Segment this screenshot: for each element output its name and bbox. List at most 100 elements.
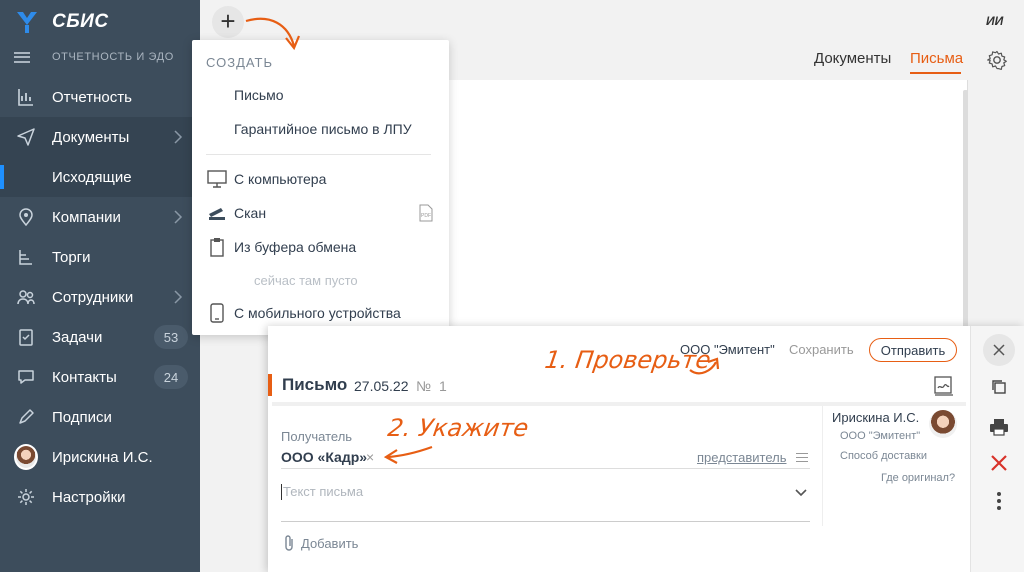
sidebar-item-label: Настройки [52, 488, 126, 506]
close-icon [993, 344, 1005, 356]
active-tab-underline [910, 72, 961, 74]
sidebar-item-label: Задачи [52, 328, 103, 346]
panel-toolbar [970, 326, 1024, 572]
sidebar-item-label: Отчетность [52, 88, 132, 106]
text-caret [281, 484, 282, 500]
annotation-step-1: 1. Проверьте [543, 346, 713, 374]
scanner-icon [206, 203, 228, 223]
pen-icon [14, 405, 38, 429]
sidebar-item-outgoing[interactable]: Исходящие [0, 157, 200, 197]
delete-icon[interactable] [988, 452, 1010, 474]
divider [206, 154, 431, 155]
sbis-logo-icon [17, 12, 37, 33]
copy-icon[interactable] [988, 376, 1010, 398]
create-button[interactable]: + [212, 6, 244, 38]
active-indicator [0, 165, 4, 189]
author-block: Ирискина И.С. ООО "Эмитент" Способ доста… [822, 406, 966, 526]
sidebar-item-profile[interactable]: Ирискина И.С. [0, 437, 200, 477]
sidebar-item-label: Ирискина И.С. [52, 448, 153, 466]
menu-item-guarantee-letter[interactable]: Гарантийное письмо в ЛПУ [234, 121, 412, 137]
chart-icon [14, 85, 38, 109]
sidebar-item-label: Контакты [52, 368, 117, 386]
menu-item-from-computer[interactable]: С компьютера [206, 169, 326, 189]
menu-icon[interactable] [14, 51, 30, 63]
recipient-label: Получатель [281, 429, 353, 444]
sidebar-item-reporting[interactable]: Отчетность [0, 77, 200, 117]
more-icon[interactable] [988, 490, 1010, 512]
document-title: Письмо [282, 375, 348, 394]
chevron-right-icon[interactable] [172, 209, 184, 225]
clipboard-empty-hint: сейчас там пусто [254, 273, 358, 288]
sidebar-item-documents[interactable]: Документы [0, 117, 200, 157]
stamp-icon [14, 245, 38, 269]
sidebar-item-label: Подписи [52, 408, 112, 426]
save-button[interactable]: Сохранить [789, 342, 854, 357]
close-button[interactable] [983, 334, 1015, 366]
original-location-link[interactable]: Где оригинал? [881, 472, 955, 484]
delivery-method-link[interactable]: Способ доставки [840, 450, 927, 462]
sidebar-item-label: Торги [52, 248, 91, 266]
divider [281, 468, 810, 469]
annotation-step-2: 2. Укажите [386, 414, 531, 442]
recipient-field[interactable]: ООО «Кадр» [281, 449, 367, 465]
signature-icon[interactable] [932, 374, 956, 398]
title-accent [268, 374, 272, 396]
menu-item-label: С компьютера [234, 171, 327, 187]
send-icon [14, 125, 38, 149]
user-initials[interactable]: ИИ [986, 14, 1003, 28]
menu-item-letter[interactable]: Письмо [234, 87, 284, 103]
menu-item-mobile[interactable]: С мобильного устройства [206, 303, 401, 323]
letter-text-input[interactable]: Текст письма [281, 480, 810, 522]
chevron-right-icon[interactable] [172, 129, 184, 145]
sidebar-item-employees[interactable]: Сотрудники [0, 277, 200, 317]
sidebar-item-settings[interactable]: Настройки [0, 477, 200, 517]
menu-item-scan[interactable]: Скан [206, 203, 266, 223]
chat-icon [14, 365, 38, 389]
document-date[interactable]: 27.05.22 [354, 378, 409, 394]
sidebar-nav: Отчетность Документы Исходящие Компании … [0, 77, 200, 517]
section-switcher[interactable]: ОТЧЕТНОСТЬ И ЭДО [14, 48, 174, 66]
attach-label: Добавить [301, 535, 359, 551]
section-title: ОТЧЕТНОСТЬ И ЭДО [52, 51, 174, 63]
sidebar-item-signatures[interactable]: Подписи [0, 397, 200, 437]
letters-list [440, 80, 968, 340]
people-icon [14, 285, 38, 309]
author-org: ООО "Эмитент" [840, 430, 921, 442]
avatar[interactable] [929, 410, 957, 438]
remove-recipient-icon[interactable]: × [366, 449, 374, 465]
avatar [14, 444, 38, 470]
paperclip-icon [285, 535, 293, 551]
sidebar-item-label: Компании [52, 208, 121, 226]
attach-button[interactable]: Добавить [281, 534, 358, 552]
brand-name: СБИС [52, 11, 109, 32]
sidebar-item-tenders[interactable]: Торги [0, 237, 200, 277]
gear-icon[interactable] [986, 49, 1008, 71]
print-icon[interactable] [988, 416, 1010, 438]
menu-item-clipboard[interactable]: Из буфера обмена [206, 237, 356, 257]
sidebar-item-label: Исходящие [52, 168, 132, 186]
number-label: № [416, 378, 432, 394]
chevron-down-icon[interactable] [794, 488, 808, 498]
pdf-icon[interactable]: PDF [418, 204, 434, 222]
sidebar-item-tasks[interactable]: Задачи 53 [0, 317, 200, 357]
sidebar-item-companies[interactable]: Компании [0, 197, 200, 237]
plus-icon: + [220, 6, 236, 36]
sidebar: СБИС ОТЧЕТНОСТЬ И ЭДО Отчетность Докумен… [0, 0, 200, 572]
map-pin-icon [14, 205, 38, 229]
sidebar-item-contacts[interactable]: Контакты 24 [0, 357, 200, 397]
scrollbar[interactable] [963, 90, 968, 330]
document-number[interactable]: 1 [439, 378, 447, 394]
tasks-count-badge: 53 [154, 325, 188, 349]
send-button[interactable]: Отправить [869, 338, 957, 362]
contacts-count-badge: 24 [154, 365, 188, 389]
gear-icon [14, 485, 38, 509]
tab-letters[interactable]: Письма [910, 50, 963, 67]
list-icon[interactable] [796, 453, 808, 462]
brand[interactable]: СБИС [14, 8, 109, 36]
chevron-right-icon[interactable] [172, 289, 184, 305]
monitor-icon [206, 169, 228, 189]
tab-documents[interactable]: Документы [814, 50, 891, 67]
menu-title: СОЗДАТЬ [206, 55, 273, 70]
author-name[interactable]: Ирискина И.С. [832, 410, 919, 425]
representative-link[interactable]: представитель [697, 450, 786, 465]
